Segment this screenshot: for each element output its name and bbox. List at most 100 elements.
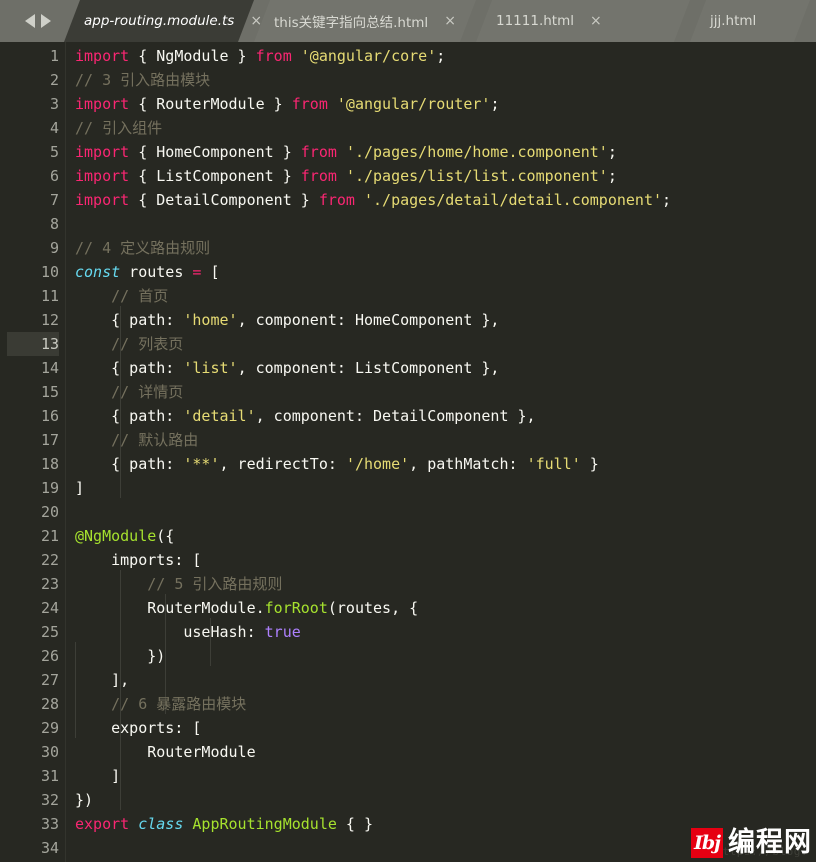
code-line[interactable]: imports: [ [75,548,201,572]
code-line[interactable]: @NgModule({ [75,524,174,548]
code-token: import [75,191,130,209]
code-line[interactable]: // 引入组件 [75,116,162,140]
code-line[interactable]: // 详情页 [75,380,183,404]
code-line[interactable]: // 首页 [75,284,168,308]
line-number: 5 [49,143,59,161]
code-token: DetailComponent [156,191,292,209]
code-line[interactable]: { path: 'detail', component: DetailCompo… [75,404,535,428]
code-line[interactable]: }) [75,644,165,668]
code-token: { [129,47,157,65]
line-number: 21 [40,527,59,545]
tab-label: jjj.html [710,13,757,29]
code-token: '@angular/router' [336,95,491,113]
code-token: , pathMatch: [409,455,527,473]
code-token: }) [75,647,166,665]
code-line[interactable]: import { NgModule } from '@angular/core'… [75,44,445,68]
line-number: 8 [49,215,59,233]
tab-nav-arrows[interactable] [12,0,64,42]
line-number: 11 [40,287,59,305]
code-token: [ [201,263,220,281]
code-token: from [291,95,328,113]
code-token: './pages/home/home.component' [345,143,608,161]
code-token: // 3 引入路由模块 [75,71,211,89]
tab-label: this关键字指向总结.html [274,15,429,31]
code-token: { [129,191,157,209]
code-line[interactable]: ] [75,476,84,500]
close-icon[interactable]: × [590,14,602,28]
code-line[interactable]: // 默认路由 [75,428,198,452]
code-token: // 默认路由 [75,431,199,449]
code-token: RouterModule. [75,599,265,617]
code-line[interactable]: // 4 定义路由规则 [75,236,210,260]
tab-4[interactable]: jjj.html [690,0,810,42]
code-token: imports: [ [75,551,202,569]
code-line[interactable]: { path: '**', redirectTo: '/home', pathM… [75,452,599,476]
triangle-left-icon[interactable] [25,14,35,28]
code-line[interactable]: RouterModule [75,740,255,764]
line-number: 2 [49,71,59,89]
line-number: 20 [40,503,59,521]
code-line[interactable]: export class AppRoutingModule { } [75,812,373,836]
code-token: } [264,95,292,113]
code-token: // 4 定义路由规则 [75,239,211,257]
code-line[interactable]: // 列表页 [75,332,183,356]
code-line[interactable]: // 6 暴露路由模块 [75,692,246,716]
code-token: { path: [75,311,184,329]
code-line[interactable]: useHash: true [75,620,301,644]
code-token: // 5 引入路由规则 [75,575,283,593]
code-token: } [273,143,301,161]
code-token: from [318,191,355,209]
code-content[interactable]: import { NgModule } from '@angular/core'… [75,42,816,862]
tab-label: 11111.html [496,13,574,29]
code-line[interactable]: // 3 引入路由模块 [75,68,210,92]
code-token: 'full' [526,455,581,473]
tab-2[interactable]: this关键字指向总结.html × [254,0,476,42]
code-line[interactable]: const routes = [ [75,260,220,284]
code-token: exports: [ [75,719,202,737]
line-number: 34 [40,839,59,857]
line-number: 17 [40,431,59,449]
code-token: AppRoutingModule [192,815,337,833]
code-editor-window: app-routing.module.ts × this关键字指向总结.html × 1… [0,0,816,862]
line-number: 9 [49,239,59,257]
code-line[interactable]: import { DetailComponent } from './pages… [75,188,671,212]
line-number: 1 [49,47,59,65]
tab-1[interactable]: app-routing.module.ts × [64,0,262,42]
tab-3[interactable]: 11111.html × [476,0,690,42]
watermark-logo: Ibj 编程网 [691,828,812,858]
code-line[interactable]: { path: 'list', component: ListComponent… [75,356,499,380]
code-line[interactable]: import { RouterModule } from '@angular/r… [75,92,499,116]
code-token: { [129,143,157,161]
code-token: (routes, { [327,599,419,617]
code-token: '@angular/core' [300,47,437,65]
line-number: 10 [40,263,59,281]
triangle-forward-icon[interactable] [41,14,51,28]
code-token: , component: ListComponent }, [237,359,500,377]
line-number: 25 [40,623,59,641]
code-token: ({ [156,527,175,545]
code-line[interactable]: import { ListComponent } from './pages/l… [75,164,617,188]
code-line[interactable]: { path: 'home', component: HomeComponent… [75,308,499,332]
code-token: import [75,47,130,65]
code-token: './pages/detail/detail.component' [364,191,663,209]
code-token: ], [75,671,130,689]
code-line[interactable]: }) [75,788,93,812]
code-token: , redirectTo: [219,455,346,473]
line-number: 4 [49,119,59,137]
editor-area[interactable]: 1 2 3 4 5 6 7 8 9 10 11 12 13 14 15 16 17 18 19 20 21 22 23 24 2… [0,42,816,862]
code-token: import [75,95,130,113]
code-line[interactable]: ] [75,764,120,788]
code-token: ] [75,479,85,497]
code-line[interactable]: // 5 引入路由规则 [75,572,282,596]
close-icon[interactable]: × [444,14,456,28]
code-token: class [138,815,184,833]
code-line[interactable]: ], [75,668,129,692]
code-line[interactable]: RouterModule.forRoot(routes, { [75,596,418,620]
code-line[interactable]: import { HomeComponent } from './pages/h… [75,140,617,164]
code-token: 'detail' [183,407,256,425]
line-number: 33 [40,815,59,833]
code-token: true [264,623,301,641]
code-line[interactable]: exports: [ [75,716,201,740]
